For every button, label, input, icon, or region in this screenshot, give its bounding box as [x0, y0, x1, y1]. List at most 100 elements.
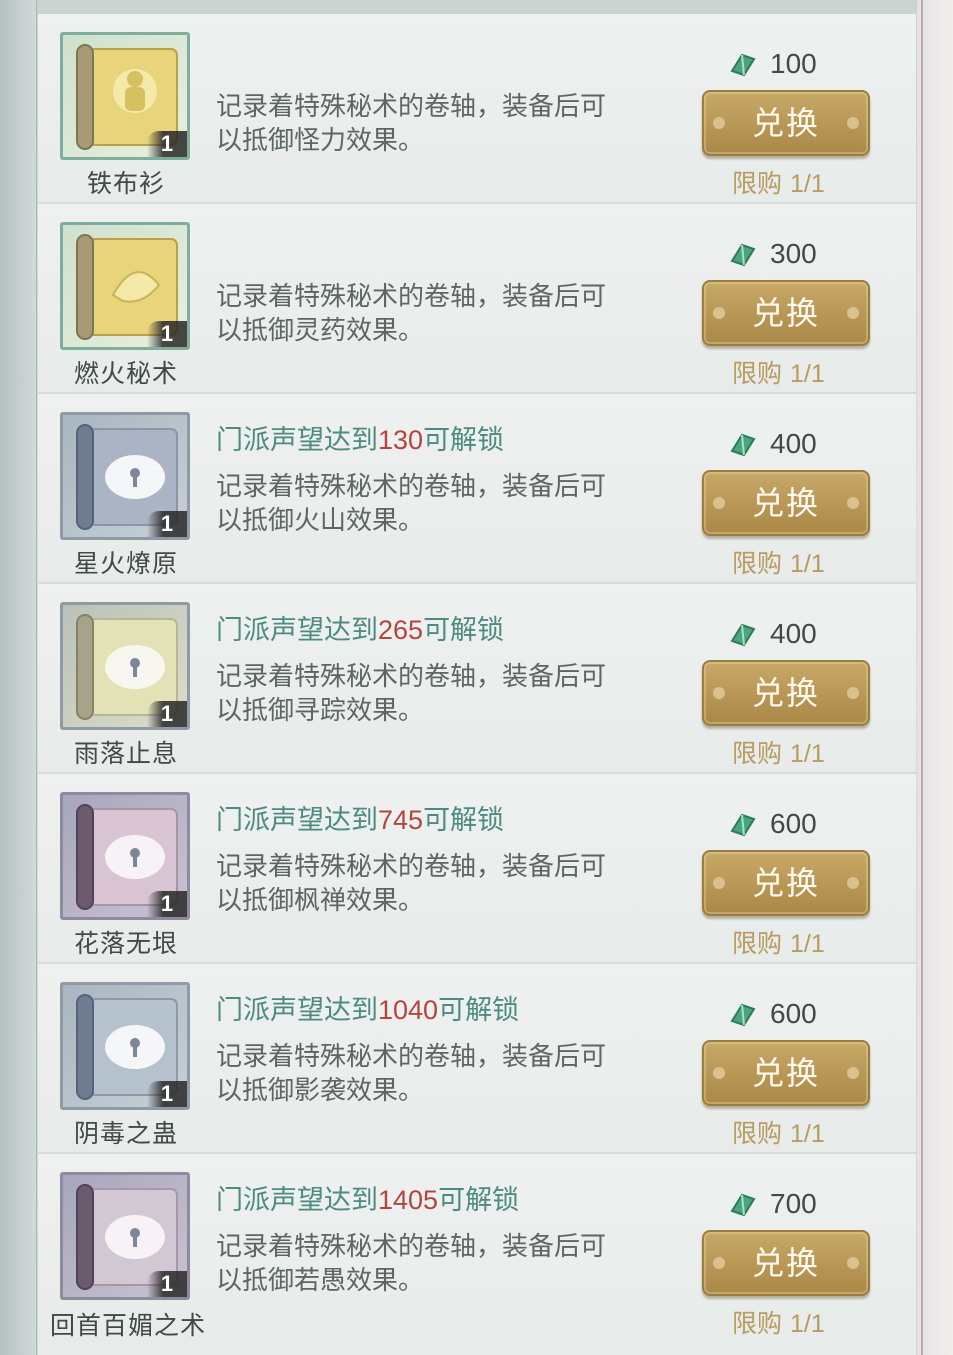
item-name: 铁布衫	[86, 169, 165, 198]
desc-line: 记录着特殊秘术的卷轴，装备后可	[216, 282, 607, 312]
limit-value: 1/1	[789, 930, 825, 958]
list-item: 1 燃火秘术 记录着特殊秘术的卷轴，装备后可 以抵御灵药效果。 300 兑换 限…	[38, 204, 916, 394]
item-count: 1	[147, 131, 187, 157]
list-item: 1 雨落止息 门派声望达到265可解锁 记录着特殊秘术的卷轴，装备后可 以抵御寻…	[38, 584, 916, 774]
green-jade-currency-icon	[730, 1193, 756, 1217]
item-count: 1	[147, 891, 187, 917]
desc-line: 以抵御火山效果。	[216, 506, 425, 536]
purchase-limit: 限购 1/1	[732, 924, 825, 960]
price: 600	[728, 996, 817, 1032]
flower-deco-icon	[713, 117, 725, 129]
flower-deco-icon	[847, 877, 859, 889]
desc-line: 以抵御怪力效果。	[216, 126, 425, 156]
item-icon[interactable]: 1	[60, 602, 190, 730]
unlock-suffix: 可解锁	[423, 425, 505, 456]
list-item: 1 星火燎原 门派声望达到130可解锁 记录着特殊秘术的卷轴，装备后可 以抵御火…	[38, 394, 916, 584]
unlock-condition: 门派声望达到1040可解锁	[216, 988, 519, 1027]
price: 400	[728, 616, 817, 652]
price: 400	[728, 426, 817, 462]
flower-deco-icon	[847, 687, 859, 699]
unlock-value: 1405	[378, 1185, 439, 1215]
unlock-condition: 门派声望达到265可解锁	[216, 608, 504, 647]
unlock-suffix: 可解锁	[438, 995, 520, 1026]
exchange-button[interactable]: 兑换	[702, 1230, 870, 1296]
exchange-button-label: 兑换	[751, 104, 820, 142]
flower-deco-icon	[847, 1257, 859, 1269]
purchase-limit: 限购 1/1	[732, 734, 825, 770]
unlock-condition: 门派声望达到130可解锁	[216, 418, 504, 457]
item-name: 花落无垠	[73, 929, 178, 958]
purchase-limit: 限购 1/1	[732, 1304, 825, 1340]
exchange-button-label: 兑换	[751, 674, 820, 712]
limit-label: 限购	[732, 739, 783, 768]
limit-value: 1/1	[789, 360, 825, 388]
price-value: 600	[770, 998, 817, 1029]
price-value: 100	[770, 48, 817, 79]
exchange-button[interactable]: 兑换	[702, 90, 870, 156]
item-description: 记录着特殊秘术的卷轴，装备后可 以抵御灵药效果。	[216, 280, 686, 348]
green-jade-currency-icon	[730, 433, 756, 457]
item-name: 燃火秘术	[73, 359, 178, 388]
unlock-prefix: 门派声望达到	[216, 805, 378, 836]
item-icon[interactable]: 1	[60, 412, 190, 540]
item-count: 1	[147, 511, 187, 537]
flower-deco-icon	[713, 1067, 725, 1079]
green-jade-currency-icon	[730, 623, 756, 647]
unlock-suffix: 可解锁	[438, 1185, 520, 1216]
flower-deco-icon	[713, 497, 725, 509]
exchange-button-label: 兑换	[751, 864, 820, 902]
desc-line: 记录着特殊秘术的卷轴，装备后可	[216, 1232, 607, 1262]
limit-value: 1/1	[789, 1310, 825, 1338]
limit-value: 1/1	[789, 1120, 825, 1148]
item-count: 1	[147, 1081, 187, 1107]
item-icon[interactable]: 1	[60, 222, 190, 350]
item-description: 记录着特殊秘术的卷轴，装备后可 以抵御若愚效果。	[216, 1230, 686, 1298]
desc-line: 记录着特殊秘术的卷轴，装备后可	[216, 472, 607, 502]
flower-deco-icon	[847, 307, 859, 319]
unlock-value: 265	[378, 615, 424, 645]
unlock-prefix: 门派声望达到	[216, 1185, 378, 1216]
unlock-value: 130	[378, 425, 424, 455]
list-item: 1 铁布衫 记录着特殊秘术的卷轴，装备后可 以抵御怪力效果。 100 兑换 限购…	[38, 14, 916, 204]
exchange-button-label: 兑换	[751, 294, 820, 332]
item-icon[interactable]: 1	[60, 1172, 190, 1300]
item-description: 记录着特殊秘术的卷轴，装备后可 以抵御枫禅效果。	[216, 850, 686, 918]
price-value: 400	[770, 428, 817, 459]
desc-line: 记录着特殊秘术的卷轴，装备后可	[216, 852, 607, 882]
exchange-button[interactable]: 兑换	[702, 1040, 870, 1106]
exchange-button[interactable]: 兑换	[702, 470, 870, 536]
flower-deco-icon	[713, 307, 725, 319]
price: 600	[728, 806, 817, 842]
exchange-button[interactable]: 兑换	[702, 660, 870, 726]
frame-divider	[921, 0, 923, 1355]
unlock-condition: 门派声望达到745可解锁	[216, 798, 504, 837]
flower-deco-icon	[847, 117, 859, 129]
unlock-prefix: 门派声望达到	[216, 425, 378, 456]
limit-label: 限购	[732, 1309, 783, 1338]
item-name: 雨落止息	[73, 739, 178, 768]
price-value: 400	[770, 618, 817, 649]
exchange-button[interactable]: 兑换	[702, 280, 870, 346]
unlock-value: 745	[378, 805, 424, 835]
limit-label: 限购	[732, 169, 783, 198]
item-count: 1	[147, 701, 187, 727]
exchange-button-label: 兑换	[751, 1054, 820, 1092]
item-description: 记录着特殊秘术的卷轴，装备后可 以抵御怪力效果。	[216, 90, 686, 158]
green-jade-currency-icon	[730, 243, 756, 267]
desc-line: 以抵御灵药效果。	[216, 316, 425, 346]
price-value: 300	[770, 238, 817, 269]
item-icon[interactable]: 1	[60, 982, 190, 1110]
unlock-suffix: 可解锁	[423, 805, 505, 836]
flower-deco-icon	[847, 497, 859, 509]
green-jade-currency-icon	[730, 813, 756, 837]
exchange-button[interactable]: 兑换	[702, 850, 870, 916]
exchange-list[interactable]: 1 铁布衫 记录着特殊秘术的卷轴，装备后可 以抵御怪力效果。 100 兑换 限购…	[38, 14, 916, 1355]
item-name: 回首百媚之术	[49, 1311, 206, 1340]
item-icon[interactable]: 1	[60, 32, 190, 160]
purchase-limit: 限购 1/1	[732, 354, 825, 390]
item-icon[interactable]: 1	[60, 792, 190, 920]
flower-deco-icon	[847, 1067, 859, 1079]
right-frame	[917, 0, 953, 1355]
item-description: 记录着特殊秘术的卷轴，装备后可 以抵御寻踪效果。	[216, 660, 686, 728]
desc-line: 以抵御枫禅效果。	[216, 886, 425, 916]
